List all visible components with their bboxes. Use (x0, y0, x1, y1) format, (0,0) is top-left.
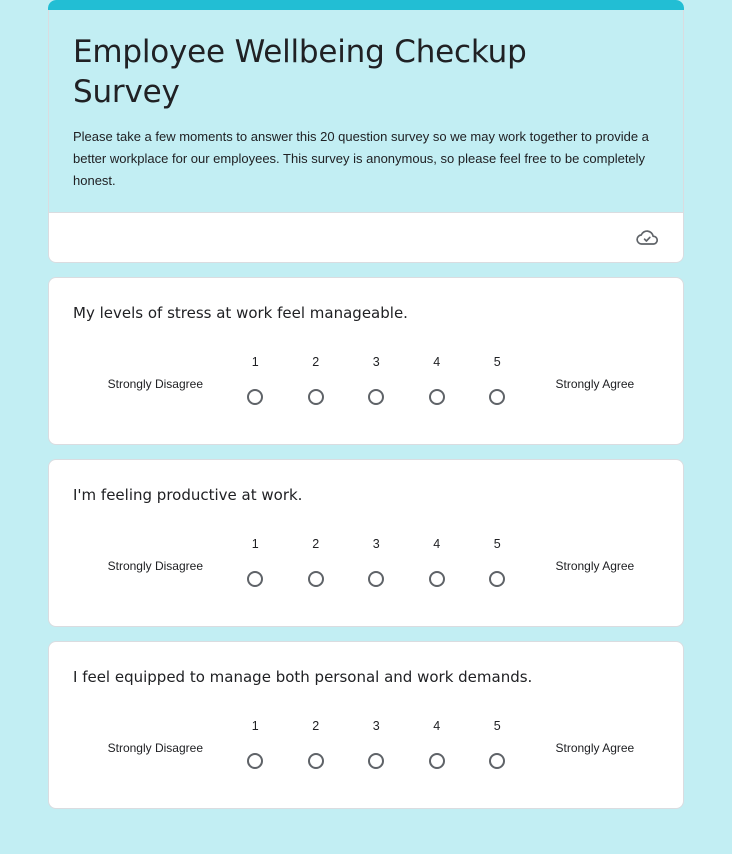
scale-number-1: 1 (251, 355, 259, 369)
scale-option-5[interactable] (467, 376, 528, 418)
radio-icon[interactable] (307, 753, 324, 769)
cloud-done-icon[interactable] (635, 226, 659, 250)
linear-scale: 1 2 3 4 5 Strongly Disagree Strongly Agr… (73, 348, 659, 418)
scale-low-label: Strongly Disagree (107, 559, 203, 573)
question-card: I feel equipped to manage both personal … (48, 641, 684, 809)
scale-spacer (528, 530, 660, 558)
scale-option-2[interactable] (286, 376, 347, 418)
scale-spacer (528, 712, 660, 740)
scale-option-1[interactable] (225, 558, 286, 600)
scale-option-2[interactable] (286, 558, 347, 600)
accent-bar (48, 0, 684, 10)
scale-number-3: 3 (372, 355, 380, 369)
form-header-body: Employee Wellbeing Checkup Survey Please… (48, 10, 684, 212)
scale-number-1: 1 (251, 537, 259, 551)
scale-number-5: 5 (493, 355, 501, 369)
linear-scale: 1 2 3 4 5 Strongly Disagree Strongly Agr… (73, 712, 659, 782)
scale-high-label: Strongly Agree (555, 559, 635, 573)
question-card: I'm feeling productive at work. 1 2 3 4 … (48, 459, 684, 627)
scale-option-4[interactable] (407, 376, 468, 418)
scale-number-5: 5 (493, 719, 501, 733)
radio-icon[interactable] (489, 753, 506, 769)
form-header-card: Employee Wellbeing Checkup Survey Please… (48, 0, 684, 263)
radio-icon[interactable] (368, 571, 385, 587)
scale-option-4[interactable] (407, 740, 468, 782)
scale-spacer (528, 348, 660, 376)
scale-number-4: 4 (433, 355, 441, 369)
scale-option-1[interactable] (225, 740, 286, 782)
scale-option-5[interactable] (467, 558, 528, 600)
form-title: Employee Wellbeing Checkup Survey (73, 34, 527, 110)
scale-number-2: 2 (312, 355, 320, 369)
scale-option-5[interactable] (467, 740, 528, 782)
radio-icon[interactable] (247, 571, 264, 587)
scale-low-label: Strongly Disagree (107, 741, 203, 755)
question-title: My levels of stress at work feel managea… (73, 304, 408, 322)
radio-icon[interactable] (247, 389, 264, 405)
scale-number-4: 4 (433, 719, 441, 733)
radio-icon[interactable] (307, 571, 324, 587)
radio-icon[interactable] (428, 753, 445, 769)
scale-option-3[interactable] (346, 376, 407, 418)
scale-high-label: Strongly Agree (555, 377, 635, 391)
radio-icon[interactable] (247, 753, 264, 769)
scale-option-2[interactable] (286, 740, 347, 782)
scale-option-3[interactable] (346, 558, 407, 600)
question-title: I'm feeling productive at work. (73, 486, 303, 504)
scale-spacer (73, 530, 225, 558)
scale-spacer (73, 348, 225, 376)
scale-low-label: Strongly Disagree (107, 377, 203, 391)
scale-number-1: 1 (251, 719, 259, 733)
linear-scale: 1 2 3 4 5 Strongly Disagree Strongly Agr… (73, 530, 659, 600)
radio-icon[interactable] (368, 389, 385, 405)
radio-icon[interactable] (489, 389, 506, 405)
form-description: Please take a few moments to answer this… (73, 129, 649, 188)
scale-number-3: 3 (372, 719, 380, 733)
radio-icon[interactable] (428, 389, 445, 405)
scale-option-4[interactable] (407, 558, 468, 600)
scale-number-5: 5 (493, 537, 501, 551)
scale-number-4: 4 (433, 537, 441, 551)
radio-icon[interactable] (368, 753, 385, 769)
radio-icon[interactable] (307, 389, 324, 405)
survey-form: Employee Wellbeing Checkup Survey Please… (48, 0, 684, 809)
scale-high-label: Strongly Agree (555, 741, 635, 755)
question-card: My levels of stress at work feel managea… (48, 277, 684, 445)
scale-number-2: 2 (312, 719, 320, 733)
question-title: I feel equipped to manage both personal … (73, 668, 533, 686)
scale-number-3: 3 (372, 537, 380, 551)
radio-icon[interactable] (489, 571, 506, 587)
scale-option-1[interactable] (225, 376, 286, 418)
radio-icon[interactable] (428, 571, 445, 587)
scale-number-2: 2 (312, 537, 320, 551)
scale-option-3[interactable] (346, 740, 407, 782)
form-header-footer (48, 212, 684, 263)
scale-spacer (73, 712, 225, 740)
